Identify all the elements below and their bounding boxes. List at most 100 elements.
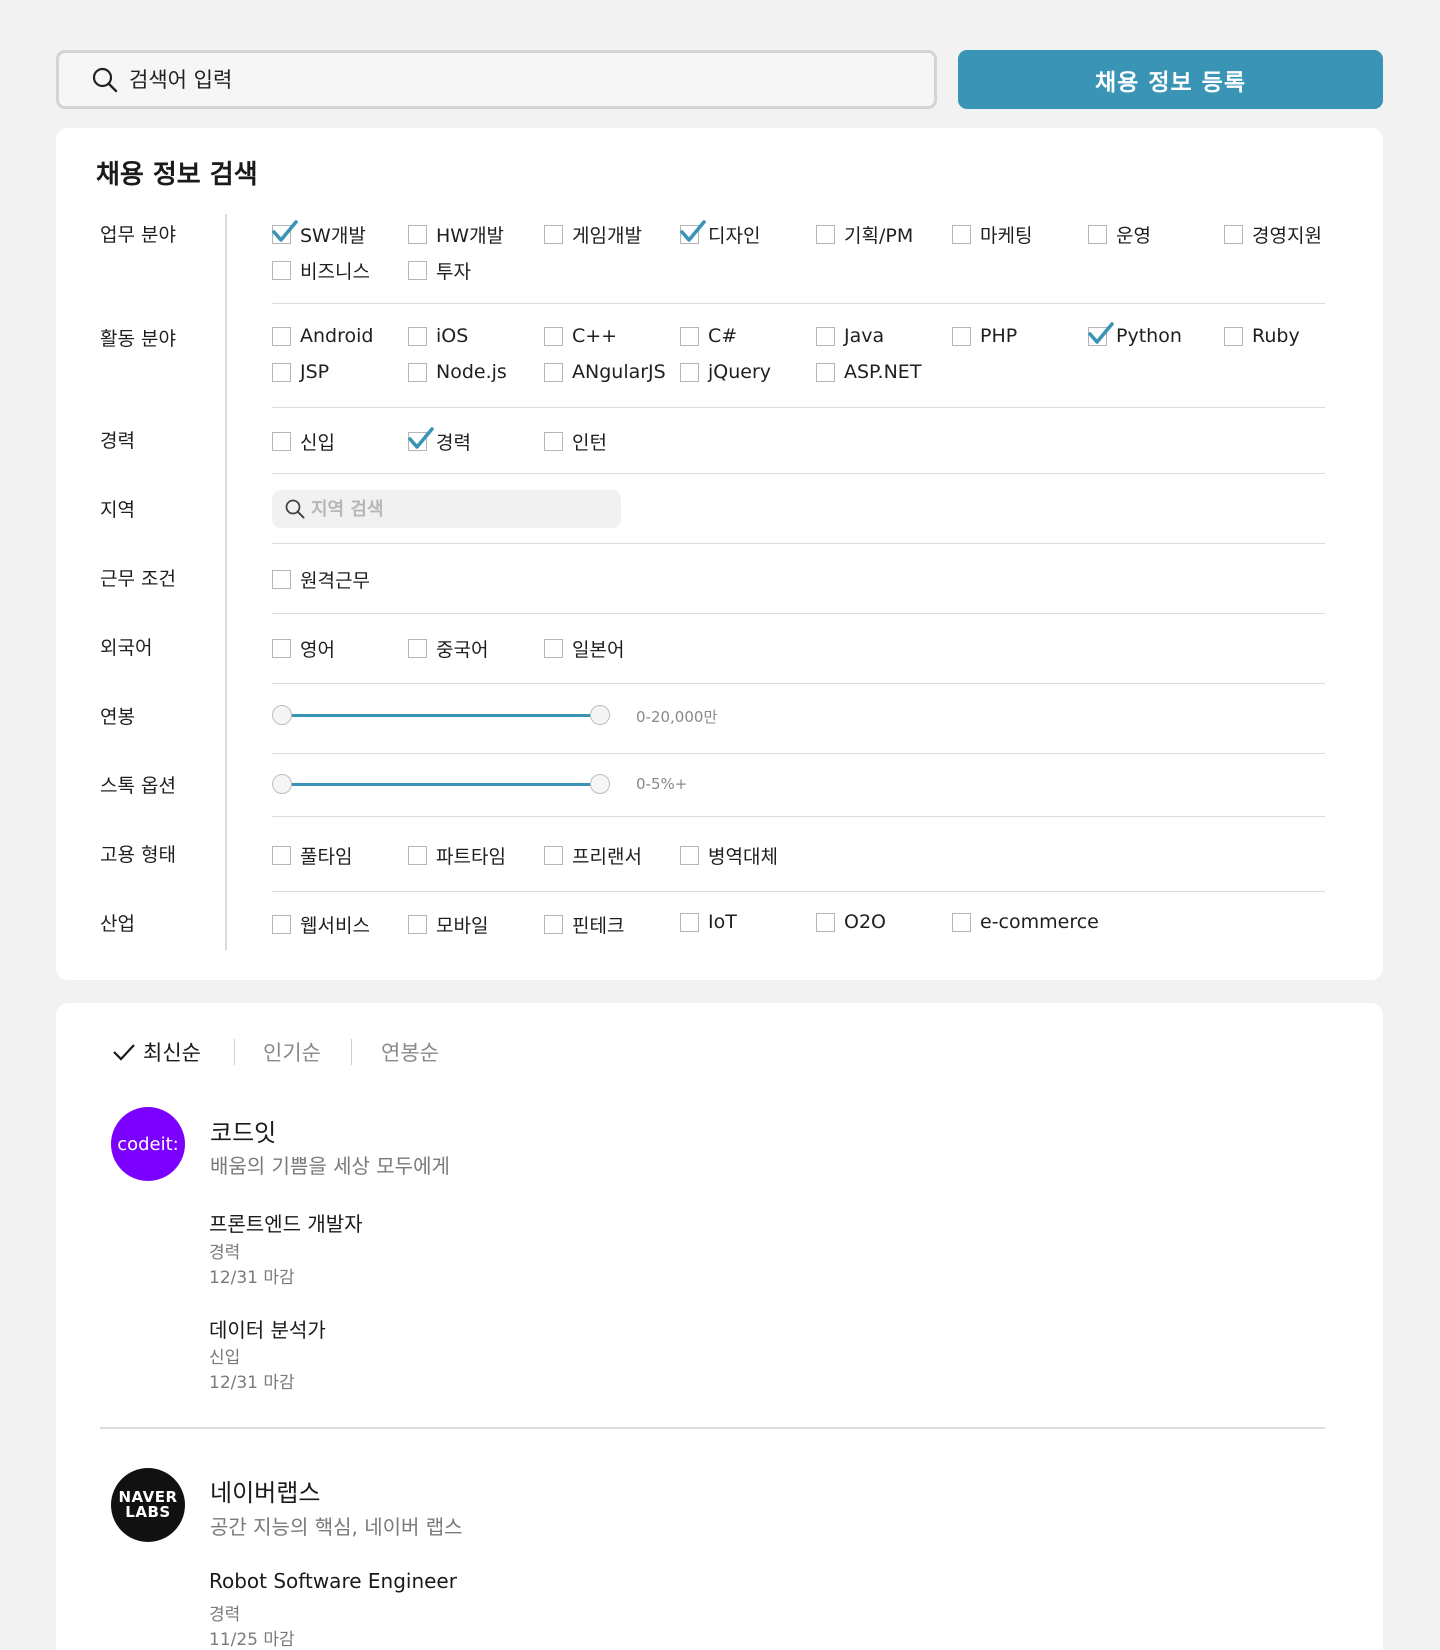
checkbox[interactable] <box>272 915 291 934</box>
checkbox[interactable] <box>952 326 971 346</box>
industry-option[interactable]: O2O <box>816 911 886 933</box>
employment-type-option[interactable]: 파트타임 <box>408 842 506 869</box>
tech-field-option[interactable]: PHP <box>952 325 1017 347</box>
job-field-option[interactable]: 기획/PM <box>816 221 913 248</box>
job-field-option[interactable]: 투자 <box>408 257 471 284</box>
checkbox[interactable] <box>408 362 427 382</box>
company-name[interactable]: 네이버랩스 <box>210 1473 320 1508</box>
tech-field-option[interactable]: Android <box>272 325 373 347</box>
work-condition-option[interactable]: 원격근무 <box>272 566 370 593</box>
slider-min-handle[interactable] <box>272 705 292 725</box>
job-field-option[interactable]: 비즈니스 <box>272 257 370 284</box>
checkbox-checked[interactable] <box>408 427 434 451</box>
search-input[interactable] <box>129 67 829 92</box>
tech-field-option[interactable]: ASP.NET <box>816 361 921 383</box>
industry-option[interactable]: 핀테크 <box>544 911 624 938</box>
checkbox[interactable] <box>272 846 291 865</box>
job-field-option[interactable]: 게임개발 <box>544 221 642 248</box>
language-option[interactable]: 일본어 <box>544 635 624 662</box>
checkbox[interactable] <box>544 915 563 934</box>
job-field-option[interactable]: HW개발 <box>408 221 504 248</box>
job-field-option[interactable]: 운영 <box>1088 221 1151 248</box>
checkbox[interactable] <box>272 261 291 280</box>
language-option[interactable]: 영어 <box>272 635 335 662</box>
tech-field-option[interactable]: iOS <box>408 325 468 347</box>
job-field-option[interactable]: 경영지원 <box>1224 221 1322 248</box>
checkbox[interactable] <box>408 225 427 244</box>
checkbox[interactable] <box>952 912 971 932</box>
job-field-option[interactable]: SW개발 <box>272 220 366 248</box>
career-option[interactable]: 경력 <box>408 427 471 455</box>
checkbox-checked[interactable] <box>272 220 298 244</box>
industry-option[interactable]: e-commerce <box>952 911 1099 933</box>
checkbox[interactable] <box>680 846 699 865</box>
checkbox[interactable] <box>680 326 699 346</box>
stock-option-range-slider[interactable] <box>272 774 610 794</box>
checkbox[interactable] <box>544 639 563 658</box>
career-option[interactable]: 신입 <box>272 428 335 455</box>
checkbox[interactable] <box>408 639 427 658</box>
checkbox[interactable] <box>272 639 291 658</box>
checkbox[interactable] <box>408 846 427 865</box>
checkbox[interactable] <box>544 362 563 382</box>
industry-option[interactable]: 웹서비스 <box>272 911 370 938</box>
checkbox[interactable] <box>1224 326 1243 346</box>
region-search[interactable] <box>272 490 621 528</box>
tech-field-option[interactable]: Python <box>1088 321 1182 347</box>
register-job-button[interactable]: 채용 정보 등록 <box>958 50 1383 109</box>
checkbox[interactable] <box>408 326 427 346</box>
checkbox[interactable] <box>408 261 427 280</box>
job-title[interactable]: Robot Software Engineer <box>209 1569 457 1593</box>
sort-latest[interactable]: 최신순 <box>111 1037 201 1067</box>
slider-min-handle[interactable] <box>272 774 292 794</box>
checkbox-checked[interactable] <box>1088 321 1114 346</box>
checkbox[interactable] <box>680 912 699 932</box>
sort-popular[interactable]: 인기순 <box>263 1037 321 1067</box>
checkbox[interactable] <box>1224 225 1243 244</box>
checkbox-checked[interactable] <box>680 220 706 244</box>
checkbox[interactable] <box>816 326 835 346</box>
tech-field-option[interactable]: Node.js <box>408 361 507 383</box>
checkbox[interactable] <box>816 362 835 382</box>
career-option[interactable]: 인턴 <box>544 428 607 455</box>
checkbox[interactable] <box>816 912 835 932</box>
search-bar[interactable] <box>56 50 937 109</box>
job-title[interactable]: 프론트엔드 개발자 <box>209 1208 363 1237</box>
tech-field-option[interactable]: C++ <box>544 325 617 347</box>
checkbox[interactable] <box>544 846 563 865</box>
codeit-logo[interactable]: codeit: <box>111 1107 185 1181</box>
checkbox[interactable] <box>544 326 563 346</box>
company-name[interactable]: 코드잇 <box>210 1113 276 1148</box>
tech-field-option[interactable]: JSP <box>272 361 329 383</box>
checkbox[interactable] <box>272 570 291 589</box>
job-title[interactable]: 데이터 분석가 <box>209 1314 326 1343</box>
checkbox[interactable] <box>408 915 427 934</box>
slider-max-handle[interactable] <box>590 705 610 725</box>
tech-field-option[interactable]: jQuery <box>680 361 771 383</box>
employment-type-option[interactable]: 병역대체 <box>680 842 778 869</box>
checkbox[interactable] <box>952 225 971 244</box>
language-option[interactable]: 중국어 <box>408 635 488 662</box>
job-field-option[interactable]: 디자인 <box>680 220 760 248</box>
checkbox[interactable] <box>1088 225 1107 244</box>
industry-option[interactable]: IoT <box>680 911 737 933</box>
sort-salary[interactable]: 연봉순 <box>381 1037 439 1067</box>
tech-field-option[interactable]: Ruby <box>1224 325 1300 347</box>
job-field-option[interactable]: 마케팅 <box>952 221 1032 248</box>
employment-type-option[interactable]: 프리랜서 <box>544 842 642 869</box>
industry-option[interactable]: 모바일 <box>408 911 488 938</box>
checkbox[interactable] <box>816 225 835 244</box>
checkbox[interactable] <box>272 326 291 346</box>
checkbox[interactable] <box>544 432 563 451</box>
naver-labs-logo[interactable]: NAVER LABS <box>111 1468 185 1542</box>
tech-field-option[interactable]: ANgularJS <box>544 361 666 383</box>
tech-field-option[interactable]: C# <box>680 325 737 347</box>
checkbox[interactable] <box>544 225 563 244</box>
slider-max-handle[interactable] <box>590 774 610 794</box>
checkbox[interactable] <box>272 432 291 451</box>
salary-range-slider[interactable] <box>272 705 610 725</box>
region-search-input[interactable] <box>311 498 611 520</box>
tech-field-option[interactable]: Java <box>816 325 884 347</box>
checkbox[interactable] <box>272 362 291 382</box>
checkbox[interactable] <box>680 362 699 382</box>
